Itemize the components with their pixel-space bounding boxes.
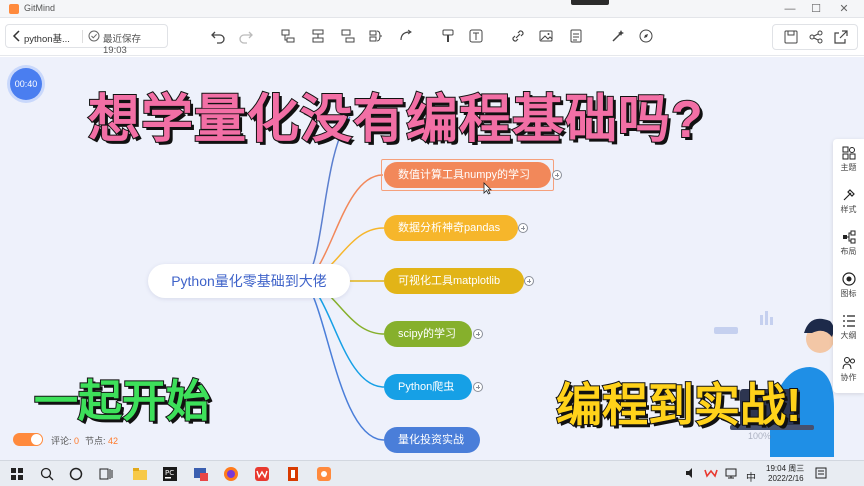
redo-icon[interactable] (238, 28, 254, 44)
clock-time[interactable]: 19:04 周三 (766, 463, 804, 474)
recording-bar (571, 0, 609, 5)
wps-icon[interactable] (253, 465, 271, 483)
share-icon[interactable] (808, 29, 824, 45)
insert-sibling-icon[interactable] (310, 28, 326, 44)
headline-text: 想学量化没有编程基础吗? (87, 90, 704, 150)
task-view-icon[interactable] (97, 465, 115, 483)
expand-icon[interactable] (518, 223, 528, 233)
insert-child-icon[interactable] (280, 28, 296, 44)
magic-icon[interactable] (610, 28, 626, 44)
notification-icon[interactable] (814, 466, 828, 480)
clock-date[interactable]: 2022/2/16 (768, 474, 804, 483)
document-title[interactable]: python基... (24, 31, 70, 45)
outline-icon (842, 315, 855, 327)
side-label-style: 样式 (840, 205, 857, 214)
expand-icon[interactable] (552, 170, 562, 180)
side-collab[interactable]: 协作 (833, 351, 864, 391)
toolbar-right-group (772, 24, 858, 50)
compass-icon[interactable] (638, 28, 654, 44)
recording-timer: 00:40 (10, 68, 42, 100)
start-icon[interactable] (8, 465, 26, 483)
document-info: python基... 最近保存 19:03 (5, 24, 168, 56)
gitmind-icon[interactable] (315, 465, 333, 483)
right-side-panel: 主题 样式 布局 图标 大纲 协作 (833, 139, 864, 393)
branch-node-scipy[interactable]: scipy的学习 (384, 321, 472, 347)
relation-icon[interactable] (398, 28, 414, 44)
save-file-icon[interactable] (783, 29, 799, 45)
zoom-level[interactable]: 100% (748, 431, 771, 441)
comment-count-value: 0 (74, 436, 80, 446)
branch-node-crawler[interactable]: Python爬虫 (384, 374, 472, 400)
back-icon[interactable] (12, 29, 22, 43)
text-style-icon[interactable] (468, 28, 484, 44)
svg-text:PC: PC (165, 469, 174, 477)
image-icon[interactable] (538, 28, 554, 44)
toolbar: python基... 最近保存 19:03 (0, 18, 864, 56)
side-theme[interactable]: 主题 (833, 141, 864, 181)
app-name: GitMind (24, 3, 56, 13)
side-icon[interactable]: 图标 (833, 267, 864, 307)
gitmind-logo-icon (9, 4, 19, 14)
side-label-layout: 布局 (840, 247, 857, 256)
comment-toggle[interactable] (13, 433, 43, 446)
slogan-left: 一起开始 (33, 376, 211, 427)
link-icon[interactable] (510, 28, 526, 44)
undo-icon[interactable] (210, 28, 226, 44)
node-count-label: 节点: (85, 436, 106, 446)
save-status: 最近保存 19:03 (103, 34, 142, 56)
minimize-button[interactable]: — (780, 1, 800, 17)
layout-icon (842, 230, 855, 244)
summary-icon[interactable] (368, 28, 384, 44)
format-painter-icon[interactable] (440, 28, 456, 44)
branch-node-numpy[interactable]: 数值计算工具numpy的学习 (384, 162, 551, 188)
mindmap-canvas[interactable]: 00:40 Python量化零基础到大佬 数值计算工具numpy的学习 数据分析… (0, 57, 864, 460)
taskbar: PC 中 19:04 周三 2022/2/16 (0, 460, 864, 486)
insert-parent-icon[interactable] (340, 28, 356, 44)
speaker-icon[interactable] (684, 466, 698, 480)
side-style[interactable]: 样式 (833, 183, 864, 223)
side-label-theme: 主题 (840, 163, 857, 172)
theme-icon (842, 146, 855, 160)
cortana-icon[interactable] (67, 465, 85, 483)
network-icon[interactable] (724, 466, 738, 480)
side-label-collab: 协作 (840, 373, 857, 382)
root-node[interactable]: Python量化零基础到大佬 (148, 264, 350, 298)
file-explorer-icon[interactable] (131, 465, 149, 483)
side-layout[interactable]: 布局 (833, 225, 864, 265)
branch-node-matplotlib[interactable]: 可视化工具matplotlib (384, 268, 524, 294)
maximize-button[interactable]: ☐ (806, 1, 826, 17)
expand-icon[interactable] (473, 329, 483, 339)
pycharm-icon[interactable]: PC (161, 465, 179, 483)
mouse-cursor-icon (483, 182, 492, 195)
side-label-icon: 图标 (840, 289, 857, 298)
side-outline[interactable]: 大纲 (833, 309, 864, 349)
ime-indicator[interactable]: 中 (746, 469, 756, 484)
style-icon (843, 189, 855, 201)
node-count-value: 42 (108, 436, 119, 446)
saved-check-icon (88, 30, 100, 42)
title-bar: GitMind — ☐ ✕ (0, 0, 864, 18)
expand-icon[interactable] (473, 382, 483, 392)
branch-node-pandas[interactable]: 数据分析神奇pandas (384, 215, 518, 241)
edge-quant (299, 280, 385, 441)
export-icon[interactable] (833, 29, 849, 45)
close-button[interactable]: ✕ (834, 1, 854, 17)
divider (82, 30, 83, 43)
note-icon[interactable] (568, 28, 584, 44)
comment-count: 评论: 0 (51, 434, 79, 447)
branch-node-quant[interactable]: 量化投资实战 (384, 427, 480, 453)
app-icon[interactable] (192, 465, 210, 483)
slogan-right: 编程到实战! (555, 378, 802, 432)
side-label-outline: 大纲 (840, 331, 857, 340)
firefox-icon[interactable] (222, 465, 240, 483)
comment-count-label: 评论: (51, 436, 72, 446)
search-icon[interactable] (38, 465, 56, 483)
icon-icon (841, 272, 856, 286)
node-count: 节点: 42 (85, 434, 118, 447)
office-icon[interactable] (284, 465, 302, 483)
wps-tray-icon[interactable] (704, 466, 718, 480)
collab-icon (842, 357, 855, 370)
expand-icon[interactable] (524, 276, 534, 286)
